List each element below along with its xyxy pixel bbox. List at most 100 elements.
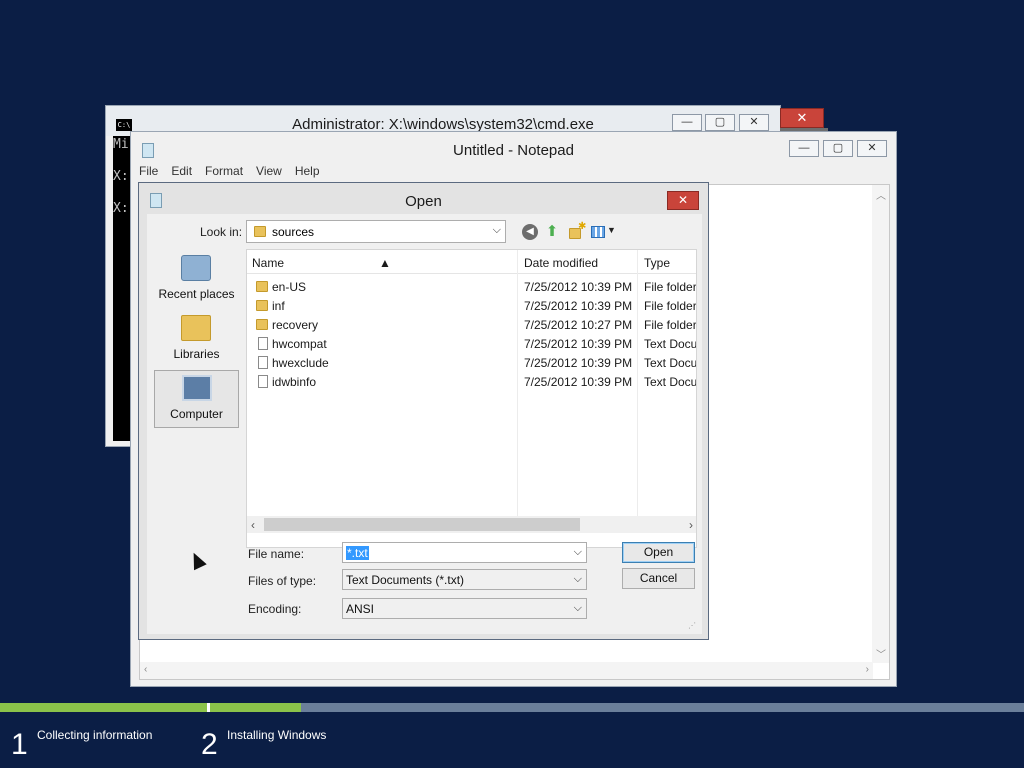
place-libraries[interactable]: Libraries [154,311,239,369]
file-type: File folder [644,299,697,313]
file-date: 7/25/2012 10:39 PM [524,299,633,313]
file-list-horizontal-scrollbar[interactable]: ‹ › [247,516,696,533]
setup-progress-bar [0,703,1024,712]
file-name: hwexclude [272,356,329,370]
step-label: Installing Windows [227,728,327,742]
menu-format[interactable]: Format [205,164,243,182]
folder-icon [256,300,268,311]
place-label: Recent places [158,287,235,301]
file-row[interactable]: en-US 7/25/2012 10:39 PM File folder [247,277,697,296]
notepad-minimize-button[interactable]: — [789,140,819,157]
menu-help[interactable]: Help [295,164,320,182]
cmd-maximize-button[interactable]: ▢ [705,114,735,131]
scroll-right-icon[interactable]: › [866,664,869,675]
file-date: 7/25/2012 10:39 PM [524,356,633,370]
place-label: Libraries [173,347,220,361]
text-document-icon [258,356,268,369]
scroll-left-icon[interactable]: ‹ [251,518,255,532]
scrollbar-thumb[interactable] [264,518,580,531]
chevron-down-icon[interactable]: ⌵ [574,573,582,586]
resize-grip-icon[interactable]: ⋰ [688,621,696,630]
dialog-title: Open [405,193,442,210]
back-icon[interactable]: ◀ [522,224,538,240]
folder-icon [256,319,268,330]
column-header-row: ▲ Name Date modified Type [247,250,696,274]
file-row[interactable]: recovery 7/25/2012 10:27 PM File folder [247,315,697,334]
step-number: 1 [11,728,28,761]
file-row[interactable]: hwcompat 7/25/2012 10:39 PM Text Docu [247,334,696,353]
text-document-icon [258,337,268,350]
file-date: 7/25/2012 10:39 PM [524,375,633,389]
recent-places-icon [181,255,211,281]
scroll-right-icon[interactable]: › [689,518,693,532]
chevron-down-icon[interactable]: ⌵ [574,546,582,559]
file-row[interactable]: hwexclude 7/25/2012 10:39 PM Text Docu [247,353,696,372]
view-menu-icon[interactable]: ▼ [591,224,616,240]
notepad-maximize-button[interactable]: ▢ [823,140,853,157]
chevron-down-icon[interactable]: ⌵ [493,224,501,237]
encoding-value: ANSI [346,602,375,616]
cmd-close-button-inner[interactable]: ✕ [739,114,769,131]
file-name-label: File name: [248,547,305,561]
step-number: 2 [201,728,218,761]
place-computer[interactable]: Computer [154,370,239,428]
scroll-left-icon[interactable]: ‹ [144,664,147,675]
sparkle-icon: ✱ [578,221,587,232]
look-in-value: sources [272,225,315,239]
file-name-input[interactable]: *.txt ⌵ [342,542,587,563]
cmd-close-button[interactable]: ✕ [780,108,824,128]
notepad-menubar: File Edit Format View Help [139,164,333,182]
notepad-close-button[interactable]: ✕ [857,140,887,157]
places-bar: Recent places Libraries Computer [147,249,245,634]
files-of-type-value: Text Documents (*.txt) [346,573,465,587]
file-name-value: *.txt [346,546,369,560]
cancel-button[interactable]: Cancel [622,568,695,589]
folder-icon [256,281,268,292]
place-label: Computer [170,407,223,421]
file-type: Text Docu [644,375,697,389]
file-list[interactable]: ▲ Name Date modified Type en-US 7/25/201… [246,249,697,548]
new-folder-icon[interactable]: ✱ [568,221,587,240]
files-of-type-label: Files of type: [248,574,317,588]
column-date-modified[interactable]: Date modified [524,256,598,270]
encoding-label: Encoding: [248,602,302,616]
file-name: hwcompat [272,337,327,351]
file-name: idwbinfo [272,375,317,389]
open-button[interactable]: Open [622,542,695,563]
dialog-body: Look in: sources ⌵ ◀ ⬆ ✱ ▼ Recent places… [147,214,702,634]
progress-segment-collecting [0,703,207,712]
look-in-dropdown[interactable]: sources ⌵ [246,220,506,243]
file-type: File folder [644,280,697,294]
column-name[interactable]: Name [252,256,284,270]
notepad-titlebar[interactable]: Untitled - Notepad — ▢ ✕ [131,132,896,162]
encoding-select[interactable]: ANSI ⌵ [342,598,587,619]
file-row[interactable]: idwbinfo 7/25/2012 10:39 PM Text Docu [247,372,697,391]
chevron-down-icon[interactable]: ⌵ [574,602,582,615]
place-recent-places[interactable]: Recent places [154,251,239,309]
dialog-titlebar[interactable]: Open ✕ [139,183,708,213]
sort-ascending-icon: ▲ [379,256,391,270]
dialog-close-button[interactable]: ✕ [667,191,699,210]
file-type: File folder [644,318,697,332]
menu-edit[interactable]: Edit [171,164,192,182]
menu-view[interactable]: View [256,164,282,182]
cmd-minimize-button[interactable]: — [672,114,702,131]
files-of-type-select[interactable]: Text Documents (*.txt) ⌵ [342,569,587,590]
folder-icon [254,226,266,237]
file-name: en-US [272,280,307,294]
libraries-icon [181,315,211,341]
up-folder-icon[interactable]: ⬆ [544,224,560,240]
file-name: inf [272,299,285,313]
column-type[interactable]: Type [644,256,670,270]
notepad-horizontal-scrollbar[interactable]: ‹ › [140,662,873,679]
scroll-down-icon[interactable]: ﹀ [876,646,886,661]
open-dialog[interactable]: Open ✕ Look in: sources ⌵ ◀ ⬆ ✱ ▼ Recent… [138,182,709,640]
look-in-label: Look in: [200,225,243,239]
step-label: Collecting information [37,728,153,742]
menu-file[interactable]: File [139,164,158,182]
grid-view-icon [591,226,605,238]
file-row[interactable]: inf 7/25/2012 10:39 PM File folder [247,296,697,315]
chevron-down-icon: ▼ [607,225,616,235]
notepad-vertical-scrollbar[interactable]: ︿ ﹀ [872,185,889,663]
scroll-up-icon[interactable]: ︿ [876,187,886,202]
